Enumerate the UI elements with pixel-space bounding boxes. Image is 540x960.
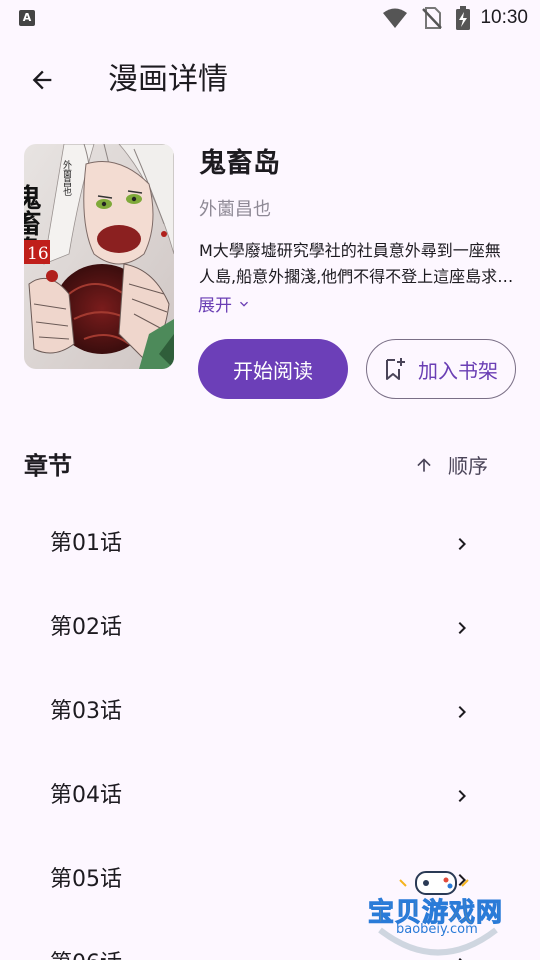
- manga-description: M大學廢墟研究學社的社員意外尋到一座無人島,船意外擱淺,他們不得不登上這座島求救…: [199, 241, 501, 286]
- chevron-right-icon: [458, 622, 466, 634]
- manga-cover-image: 鬼畜島 外薗昌也 16: [24, 144, 174, 369]
- manga-title: 鬼畜岛: [199, 148, 280, 179]
- chevron-right-icon: [458, 790, 466, 802]
- watermark-url: baobeiy.com: [396, 922, 478, 937]
- chapter-label: 第02话: [50, 615, 122, 640]
- battery-charging-icon: [456, 6, 471, 30]
- chevron-down-icon: [240, 301, 248, 307]
- accessibility-notification-icon: A: [19, 10, 35, 26]
- start-reading-label: 开始阅读: [233, 358, 313, 383]
- page-title: 漫画详情: [108, 62, 228, 97]
- expand-label: 展开: [198, 296, 232, 316]
- arrow-up-icon: [417, 457, 431, 472]
- expand-description-button[interactable]: 展开: [198, 291, 252, 316]
- chapter-label: 第05话: [50, 867, 122, 892]
- chevron-right-icon: [458, 538, 466, 550]
- chapter-label: 第06话: [50, 946, 122, 960]
- manga-author[interactable]: 外薗昌也: [199, 196, 271, 224]
- chapter-row[interactable]: 第04话: [0, 754, 540, 838]
- chapter-row[interactable]: 第03话: [0, 670, 540, 754]
- chapter-row[interactable]: 第01话: [0, 502, 540, 586]
- no-sim-icon: [422, 7, 443, 29]
- start-reading-button[interactable]: 开始阅读: [198, 339, 348, 399]
- bookmark-add-icon: [386, 358, 405, 380]
- status-bar: A 10:30: [0, 0, 540, 36]
- status-time: 10:30: [480, 7, 528, 28]
- arrow-left-icon: [32, 70, 52, 90]
- status-icons: 10:30: [368, 4, 528, 32]
- back-button[interactable]: [18, 56, 66, 104]
- sort-order-label: 顺序: [448, 454, 488, 478]
- chapter-label: 第03话: [50, 699, 122, 724]
- chapter-row[interactable]: 第02话: [0, 586, 540, 670]
- add-to-shelf-label: 加入书架: [418, 358, 498, 383]
- chapter-label: 第04话: [50, 783, 122, 808]
- cover-volume-text: 16: [27, 244, 49, 264]
- chapters-heading: 章节: [24, 452, 72, 480]
- top-app-bar: 漫画详情: [0, 48, 540, 112]
- sort-order-button[interactable]: 顺序: [414, 450, 488, 479]
- wifi-icon: [383, 8, 408, 28]
- site-watermark: 宝贝游戏网 baobeiy.com: [360, 860, 516, 960]
- add-to-shelf-button[interactable]: 加入书架: [366, 339, 516, 399]
- chapter-label: 第01话: [50, 531, 122, 556]
- cover-author-text: 外薗昌也: [61, 159, 72, 196]
- chevron-right-icon: [458, 706, 466, 718]
